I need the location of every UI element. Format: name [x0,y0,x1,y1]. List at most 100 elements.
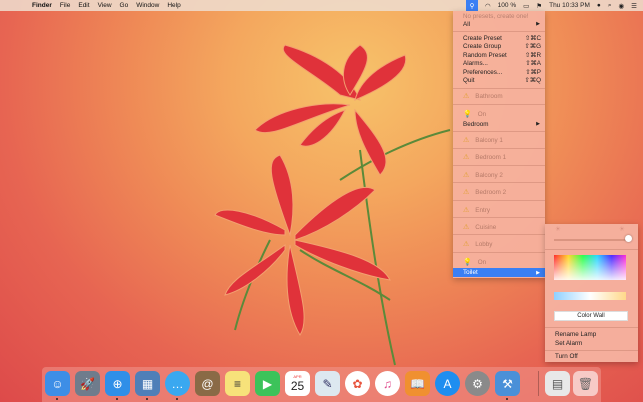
trash-icon[interactable]: 🗑 [573,371,598,396]
bulb-icon: 💡 [463,259,472,266]
menu-separator [453,200,545,201]
menu-separator [453,148,545,149]
lamp-control-panel: ☀ ☀ Color Wall Rename Lamp Set Alarm Tur… [545,224,638,362]
submenu-arrow-icon: ▶ [536,121,540,127]
menu-separator [453,252,545,253]
menu-help[interactable]: Help [167,2,180,9]
calendar-day: 25 [290,379,305,393]
warning-icon: ⚠ [463,241,470,248]
photos-icon[interactable]: ✿ [345,371,370,396]
menu-separator [453,104,545,105]
brightness-slider[interactable] [554,239,630,241]
notes-icon[interactable]: ≡ [225,371,250,396]
finder-icon[interactable]: ☺ [45,371,70,396]
menu-item-bedroom-2[interactable]: ⚠ Bedroom 2 [453,188,545,197]
menu-separator [453,165,545,166]
facetime-icon[interactable]: ▶ [255,371,280,396]
itunes-icon[interactable]: ♫ [375,371,400,396]
running-indicator [176,398,178,400]
dock: ☺ 🚀 ⊕ ▦ … @ ≡ ▶ APR 25 ✎ ✿ ♫ 📖 A ⚙ ⚒ ▤ 🗑 [42,367,601,402]
menu-window[interactable]: Window [136,2,159,9]
flag-icon[interactable]: ⚑ [536,2,542,10]
menu-item-entry[interactable]: ⚠ Entry [453,206,545,215]
warning-icon: ⚠ [463,93,470,100]
photo-slideshow-icon[interactable]: ▦ [135,371,160,396]
calendar-icon[interactable]: APR 25 [285,371,310,396]
warning-icon: ⚠ [463,137,470,144]
safari-icon[interactable]: ⊕ [105,371,130,396]
menu-item-bedroom[interactable]: Bedroom ▶ [453,120,545,128]
turn-off-item[interactable]: Turn Off [555,353,578,360]
menu-separator [453,131,545,132]
menu-item-balcony-1[interactable]: ⚠ Balcony 1 [453,136,545,145]
menu-separator [453,182,545,183]
rename-lamp-item[interactable]: Rename Lamp [555,331,596,338]
notification-center-icon[interactable]: ☰ [631,2,637,10]
user-icon[interactable]: ● [597,2,601,9]
preview-icon[interactable]: ✎ [315,371,340,396]
ibooks-icon[interactable]: 📖 [405,371,430,396]
menu-item-all[interactable]: All ▶ [453,20,545,28]
menu-bar: Finder File Edit View Go Window Help ⚲ ◠… [0,0,643,11]
battery-percent[interactable]: 100 % [498,2,516,9]
lamp-dropdown-menu: No presets, create one! All ▶ Create Pres… [453,11,545,278]
menu-finder[interactable]: Finder [32,2,52,9]
menu-file[interactable]: File [60,2,70,9]
menu-item-preferences[interactable]: Preferences... ⇧⌘P [453,68,545,76]
launchpad-icon[interactable]: 🚀 [75,371,100,396]
panel-separator [545,327,638,328]
dim-high-icon: ☀ [619,226,625,233]
menu-item-cuisine[interactable]: ⚠ Cuisine [453,223,545,232]
wifi-icon[interactable]: ◠ [485,2,491,10]
color-wall-button[interactable]: Color Wall [554,311,628,321]
documents-folder-icon[interactable]: ▤ [545,371,570,396]
menu-item-toilet[interactable]: Toilet ▶ [453,268,545,277]
menu-item-bathroom[interactable]: ⚠ Bathroom [453,92,545,101]
brightness-slider-knob[interactable] [625,235,632,242]
bulb-icon: 💡 [463,111,472,118]
dock-divider [538,371,539,396]
running-indicator [506,398,508,400]
menu-separator [453,217,545,218]
menu-item-bedroom-1[interactable]: ⚠ Bedroom 1 [453,153,545,162]
running-indicator [56,398,58,400]
menu-item-create-preset[interactable]: Create Preset ⇧⌘C [453,34,545,42]
lamp-extra-icon[interactable]: ⚲ [466,0,478,11]
contacts-icon[interactable]: @ [195,371,220,396]
app-store-icon[interactable]: A [435,371,460,396]
menu-item-quit[interactable]: Quit ⇧⌘Q [453,76,545,84]
set-alarm-item[interactable]: Set Alarm [555,340,582,347]
messages-icon[interactable]: … [165,371,190,396]
running-indicator [116,398,118,400]
warning-icon: ⚠ [463,172,470,179]
clock[interactable]: Thu 10:33 PM [549,2,590,9]
system-preferences-icon[interactable]: ⚙ [465,371,490,396]
dim-low-icon: ☀ [555,226,561,233]
color-temperature-slider[interactable] [554,292,626,300]
menu-edit[interactable]: Edit [78,2,89,9]
menu-item-lobby[interactable]: ⚠ Lobby [453,240,545,249]
battery-icon[interactable]: ▭ [523,2,529,10]
spotlight-icon[interactable]: ⌕ [608,2,612,10]
menu-separator [453,88,545,89]
menu-item-on[interactable]: 💡 On [453,110,545,119]
menu-item-random-preset[interactable]: Random Preset ⇧⌘R [453,51,545,59]
presets-hint: No presets, create one! [463,12,529,20]
menu-view[interactable]: View [98,2,112,9]
siri-icon[interactable]: ◉ [619,2,625,10]
menu-item-alarms[interactable]: Alarms... ⇧⌘A [453,59,545,67]
menu-separator [453,31,545,32]
menu-item-on-2[interactable]: 💡 On [453,258,545,267]
panel-separator [545,350,638,351]
menu-item-balcony-2[interactable]: ⚠ Balcony 2 [453,171,545,180]
warning-icon: ⚠ [463,224,470,231]
panel-separator [545,249,638,250]
xcode-icon[interactable]: ⚒ [495,371,520,396]
submenu-arrow-icon: ▶ [536,21,540,27]
menu-separator [453,234,545,235]
menu-item-create-group[interactable]: Create Group ⇧⌘G [453,42,545,50]
running-indicator [146,398,148,400]
menu-go[interactable]: Go [120,2,129,9]
warning-icon: ⚠ [463,189,470,196]
color-picker[interactable] [554,255,626,280]
